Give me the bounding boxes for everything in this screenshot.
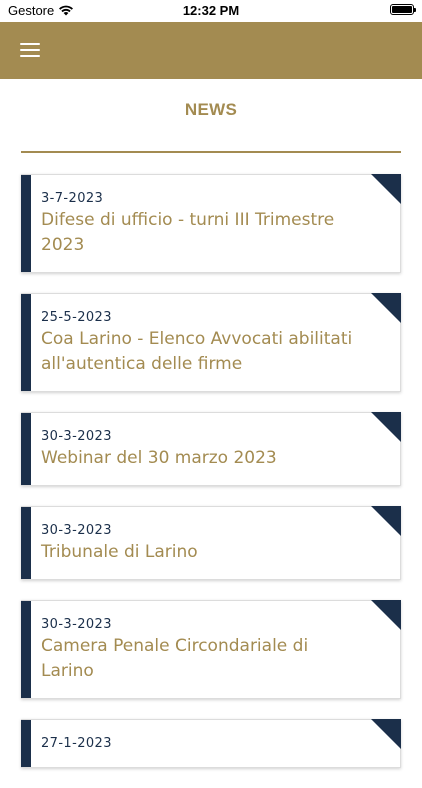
news-card[interactable]: 27-1-2023: [21, 719, 401, 768]
news-card[interactable]: 30-3-2023 Camera Penale Circondariale di…: [21, 600, 401, 699]
card-corner-triangle: [371, 719, 401, 749]
news-title: Webinar del 30 marzo 2023: [41, 448, 277, 468]
app-bar: [0, 22, 422, 79]
news-card[interactable]: 25-5-2023 Coa Larino - Elenco Avvocati a…: [21, 293, 401, 392]
card-accent-stripe: [21, 294, 31, 391]
news-date: 30-3-2023: [41, 617, 112, 632]
card-accent-stripe: [21, 507, 31, 579]
news-date: 30-3-2023: [41, 523, 112, 538]
card-accent-stripe: [21, 601, 31, 698]
card-corner-triangle: [371, 293, 401, 323]
news-card[interactable]: 30-3-2023 Tribunale di Larino: [21, 506, 401, 580]
card-corner-triangle: [371, 174, 401, 204]
card-corner-triangle: [371, 506, 401, 536]
news-date: 3-7-2023: [41, 191, 104, 206]
clock-time: 12:32 PM: [182, 3, 240, 18]
card-corner-triangle: [371, 412, 401, 442]
news-card[interactable]: 30-3-2023 Webinar del 30 marzo 2023: [21, 412, 401, 486]
card-accent-stripe: [21, 413, 31, 485]
hamburger-menu-icon[interactable]: [20, 42, 40, 58]
news-title: Coa Larino - Elenco Avvocati abilitati a…: [41, 329, 353, 374]
news-date: 25-5-2023: [41, 310, 112, 325]
page-title: NEWS: [184, 100, 238, 119]
news-card[interactable]: 3-7-2023 Difese di ufficio - turni III T…: [21, 174, 401, 273]
card-accent-stripe: [21, 175, 31, 272]
news-title: Camera Penale Circondariale di Larino: [41, 636, 309, 681]
card-accent-stripe: [21, 720, 31, 767]
news-date: 27-1-2023: [41, 736, 112, 751]
news-title: Difese di ufficio - turni III Trimestre …: [41, 210, 335, 255]
title-divider: [21, 151, 401, 153]
news-date: 30-3-2023: [41, 429, 112, 444]
card-corner-triangle: [371, 600, 401, 630]
news-list: 3-7-2023 Difese di ufficio - turni III T…: [21, 174, 401, 788]
status-bar: Gestore 12:32 PM: [0, 0, 422, 22]
news-title: Tribunale di Larino: [41, 542, 198, 562]
battery-icon: [390, 4, 416, 15]
